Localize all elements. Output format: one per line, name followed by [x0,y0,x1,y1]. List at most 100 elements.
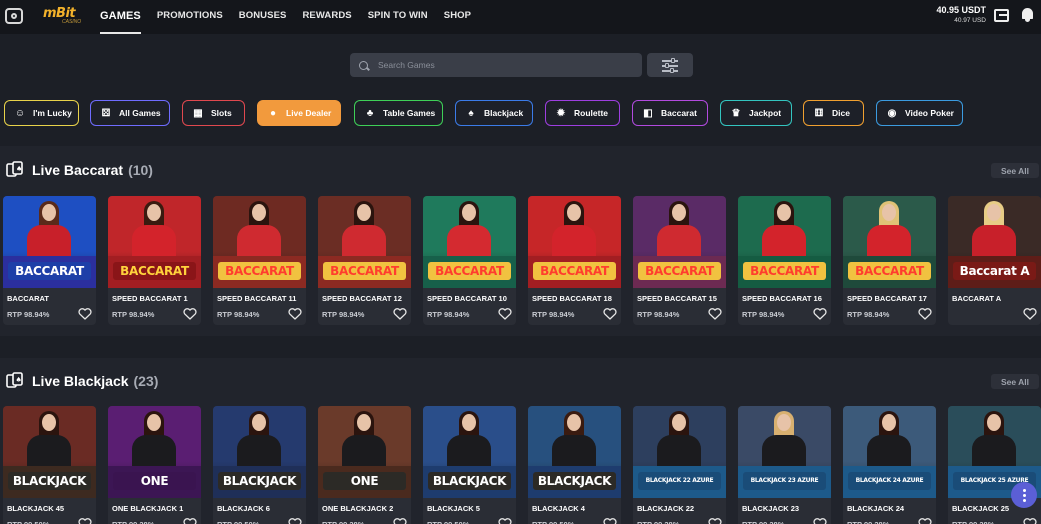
favorite-heart-icon[interactable] [918,517,932,524]
menu-icon[interactable] [5,8,23,24]
nav-games[interactable]: GAMES [100,0,141,34]
game-card[interactable]: Baccarat A BACCARAT A [948,196,1041,325]
game-card[interactable]: BLACKJACK BLACKJACK 4 RTP 99.50% [528,406,621,524]
nav-bonuses[interactable]: BONUSES [239,0,287,34]
filter-button[interactable] [647,53,693,77]
favorite-heart-icon[interactable] [813,517,827,524]
category-table-games[interactable]: ♣ Table Games [354,100,443,126]
category-all-games[interactable]: ⚄ All Games [90,100,170,126]
game-card[interactable]: BACCARAT SPEED BACCARAT 12 RTP 98.94% [318,196,411,325]
game-thumbnail[interactable]: BACCARAT [633,196,726,288]
favorite-heart-icon[interactable] [1023,307,1037,320]
game-thumbnail[interactable]: Baccarat A [948,196,1041,288]
favorite-heart-icon[interactable] [603,307,617,320]
game-thumbnail[interactable]: BACCARAT [843,196,936,288]
game-logo: BACCARAT [8,262,91,280]
game-thumbnail[interactable]: BLACKJACK [528,406,621,498]
dice-icon: ⚅ [814,107,824,119]
category-jackpot[interactable]: ♛ Jackpot [720,100,792,126]
category-live-dealer[interactable]: ● Live Dealer [257,100,341,126]
wallet-icon[interactable] [994,9,1009,22]
category-baccarat[interactable]: ◧ Baccarat [632,100,708,126]
favorite-heart-icon[interactable] [918,307,932,320]
game-card[interactable]: BLACKJACK BLACKJACK 6 RTP 99.50% [213,406,306,524]
game-logo: BLACKJACK [533,472,616,490]
blackjack-cards-icon: ♠ [6,372,24,390]
nav-promotions[interactable]: PROMOTIONS [157,0,223,34]
game-card[interactable]: BLACKJACK BLACKJACK 5 RTP 99.50% [423,406,516,524]
jackpot-icon: ♛ [731,107,741,119]
favorite-heart-icon[interactable] [183,307,197,320]
game-card[interactable]: BACCARAT SPEED BACCARAT 18 RTP 98.94% [528,196,621,325]
favorite-heart-icon[interactable] [78,517,92,524]
see-all-button[interactable]: See All [991,374,1039,389]
game-thumbnail[interactable]: BLACKJACK [3,406,96,498]
category-dice[interactable]: ⚅ Dice [803,100,864,126]
more-options-button[interactable] [1011,482,1037,508]
category-video-poker[interactable]: ◉ Video Poker [876,100,963,126]
favorite-heart-icon[interactable] [288,307,302,320]
category-i-m-lucky[interactable]: ☺ I'm Lucky [4,100,79,126]
game-rtp: RTP 98.94% [532,310,575,319]
game-thumbnail[interactable]: BLACKJACK [213,406,306,498]
game-card[interactable]: BACCARAT SPEED BACCARAT 17 RTP 98.94% [843,196,936,325]
game-card[interactable]: BLACKJACK 24 AZURE BLACKJACK 24 RTP 99.28% [843,406,936,524]
favorite-heart-icon[interactable] [498,517,512,524]
game-thumbnail[interactable]: BACCARAT [213,196,306,288]
game-thumbnail[interactable]: BLACKJACK [423,406,516,498]
favorite-heart-icon[interactable] [1023,517,1037,524]
game-thumbnail[interactable]: BACCARAT [108,196,201,288]
game-name: SPEED BACCARAT 16 [742,294,822,303]
category-slots[interactable]: ▦ Slots [182,100,245,126]
game-card[interactable]: BACCARAT SPEED BACCARAT 1 RTP 98.94% [108,196,201,325]
game-thumbnail[interactable]: BACCARAT [738,196,831,288]
favorite-heart-icon[interactable] [813,307,827,320]
category-label: Roulette [574,108,608,118]
balance-display[interactable]: 40.95 USDT 40.97 USD [936,5,986,24]
balance-usdt: 40.95 USDT [936,5,986,15]
game-thumbnail[interactable]: BLACKJACK 22 AZURE [633,406,726,498]
game-logo: BLACKJACK 24 AZURE [848,472,931,490]
game-thumbnail[interactable]: BACCARAT [3,196,96,288]
nav-rewards[interactable]: REWARDS [302,0,351,34]
game-logo: BACCARAT [638,262,721,280]
game-thumbnail[interactable]: ONE [108,406,201,498]
game-card[interactable]: BLACKJACK 23 AZURE BLACKJACK 23 RTP 99.28% [738,406,831,524]
game-card[interactable]: BLACKJACK BLACKJACK 45 RTP 99.50% [3,406,96,524]
game-thumbnail[interactable]: BLACKJACK 24 AZURE [843,406,936,498]
search-input[interactable] [378,60,628,70]
favorite-heart-icon[interactable] [603,517,617,524]
favorite-heart-icon[interactable] [393,517,407,524]
favorite-heart-icon[interactable] [78,307,92,320]
game-card[interactable]: BLACKJACK 22 AZURE BLACKJACK 22 RTP 99.28% [633,406,726,524]
game-thumbnail[interactable]: BACCARAT [423,196,516,288]
see-all-button[interactable]: See All [991,163,1039,178]
game-card[interactable]: BACCARAT SPEED BACCARAT 10 RTP 98.94% [423,196,516,325]
game-thumbnail[interactable]: ONE [318,406,411,498]
game-card[interactable]: ONE ONE BLACKJACK 2 RTP 99.28% [318,406,411,524]
game-card[interactable]: BACCARAT BACCARAT RTP 98.94% [3,196,96,325]
game-card[interactable]: BACCARAT SPEED BACCARAT 16 RTP 98.94% [738,196,831,325]
category-roulette[interactable]: ✹ Roulette [545,100,620,126]
favorite-heart-icon[interactable] [708,307,722,320]
game-thumbnail[interactable]: BACCARAT [318,196,411,288]
game-thumbnail[interactable]: BACCARAT [528,196,621,288]
favorite-heart-icon[interactable] [183,517,197,524]
game-logo: ONE [113,472,196,490]
favorite-heart-icon[interactable] [498,307,512,320]
game-name: SPEED BACCARAT 17 [847,294,927,303]
game-thumbnail[interactable]: BLACKJACK 23 AZURE [738,406,831,498]
search-bar[interactable] [350,53,642,77]
nav-spin-to-win[interactable]: SPIN TO WIN [368,0,428,34]
game-card[interactable]: ONE ONE BLACKJACK 1 RTP 99.28% [108,406,201,524]
game-card[interactable]: BACCARAT SPEED BACCARAT 11 RTP 98.94% [213,196,306,325]
nav-shop[interactable]: SHOP [444,0,471,34]
game-rtp: RTP 98.94% [112,310,155,319]
favorite-heart-icon[interactable] [708,517,722,524]
bell-icon[interactable] [1021,8,1034,22]
favorite-heart-icon[interactable] [393,307,407,320]
favorite-heart-icon[interactable] [288,517,302,524]
game-card[interactable]: BACCARAT SPEED BACCARAT 15 RTP 98.94% [633,196,726,325]
game-rtp: RTP 99.28% [742,520,784,524]
category-blackjack[interactable]: ♠ Blackjack [455,100,533,126]
